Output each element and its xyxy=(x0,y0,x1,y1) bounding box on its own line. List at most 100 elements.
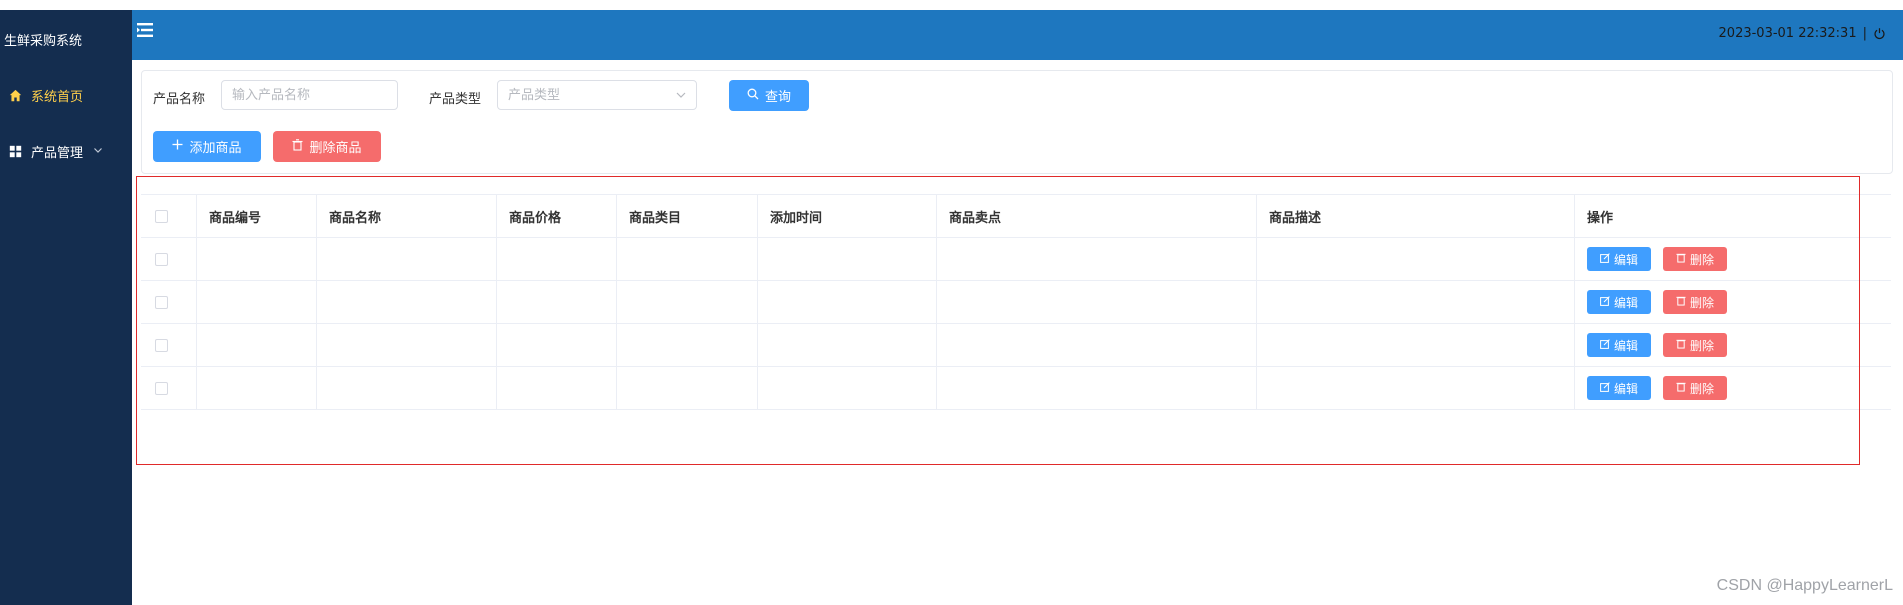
sidebar-item-product-management[interactable]: 产品管理 xyxy=(0,131,132,171)
trash-icon xyxy=(1676,252,1686,266)
top-header: 2023-03-01 22:32:31 | xyxy=(132,10,1903,60)
table-cell xyxy=(758,324,937,366)
column-header: 添加时间 xyxy=(758,195,937,237)
row-actions-cell: 编辑 删除 xyxy=(1575,281,1891,323)
table-cell xyxy=(197,367,317,409)
select-all-checkbox[interactable] xyxy=(155,209,168,223)
product-type-select-input[interactable] xyxy=(497,80,697,110)
delete-products-label: 删除商品 xyxy=(309,141,362,156)
table-cell xyxy=(758,281,937,323)
top-strip xyxy=(0,0,1903,10)
product-type-select[interactable] xyxy=(497,80,697,110)
table-cell xyxy=(497,324,617,366)
column-header: 商品编号 xyxy=(197,195,317,237)
row-actions-cell: 编辑 删除 xyxy=(1575,238,1891,280)
table-cell xyxy=(937,238,1257,280)
table-cell xyxy=(617,281,758,323)
row-checkbox[interactable] xyxy=(155,381,168,395)
grid-icon xyxy=(8,144,22,158)
delete-button[interactable]: 删除 xyxy=(1663,376,1727,400)
row-checkbox[interactable] xyxy=(155,252,168,266)
table-cell xyxy=(197,324,317,366)
sidebar: 生鲜采购系统 系统首页 产品管理 xyxy=(0,10,132,605)
edit-icon xyxy=(1600,295,1610,309)
table-cell xyxy=(317,324,497,366)
delete-button-label: 删除 xyxy=(1689,295,1714,310)
table-cell xyxy=(317,238,497,280)
delete-button-label: 删除 xyxy=(1689,252,1714,267)
product-type-label: 产品类型 xyxy=(429,92,482,107)
table-cell xyxy=(937,367,1257,409)
home-icon xyxy=(8,88,22,102)
table-row: 编辑 删除 xyxy=(141,367,1891,410)
table-cell xyxy=(937,281,1257,323)
table-cell xyxy=(197,238,317,280)
edit-button[interactable]: 编辑 xyxy=(1587,376,1651,400)
menu-toggle-icon[interactable] xyxy=(136,21,154,39)
header-separator: | xyxy=(1862,26,1867,41)
table-cell xyxy=(758,238,937,280)
edit-button-label: 编辑 xyxy=(1613,338,1638,353)
delete-button-label: 删除 xyxy=(1689,381,1714,396)
chevron-down-icon xyxy=(675,89,687,101)
column-header: 商品类目 xyxy=(617,195,758,237)
sidebar-item-home[interactable]: 系统首页 xyxy=(0,75,132,115)
add-product-button[interactable]: 添加商品 xyxy=(153,131,261,162)
table-cell xyxy=(758,367,937,409)
table-row: 编辑 删除 xyxy=(141,238,1891,281)
edit-button[interactable]: 编辑 xyxy=(1587,247,1651,271)
watermark: CSDN @HappyLearnerL xyxy=(1716,577,1893,594)
edit-icon xyxy=(1600,252,1610,266)
query-button-label: 查询 xyxy=(764,90,791,105)
edit-icon xyxy=(1600,338,1610,352)
plus-icon xyxy=(172,139,183,154)
table-header-row: 商品编号 商品名称 商品价格 商品类目 添加时间 商品卖点 商品描述 操作 xyxy=(141,195,1891,238)
header-status: 2023-03-01 22:32:31 | xyxy=(1719,26,1887,41)
row-actions-cell: 编辑 删除 xyxy=(1575,367,1891,409)
column-header: 商品描述 xyxy=(1257,195,1575,237)
trash-icon xyxy=(1676,338,1686,352)
table-cell xyxy=(937,324,1257,366)
delete-button[interactable]: 删除 xyxy=(1663,290,1727,314)
row-checkbox[interactable] xyxy=(155,295,168,309)
add-product-label: 添加商品 xyxy=(189,141,242,156)
delete-button[interactable]: 删除 xyxy=(1663,247,1727,271)
table-cell xyxy=(497,281,617,323)
delete-button-label: 删除 xyxy=(1689,338,1714,353)
column-header: 商品价格 xyxy=(497,195,617,237)
row-select-cell xyxy=(141,281,197,323)
table-cell xyxy=(617,367,758,409)
table-cell xyxy=(1257,238,1575,280)
query-button[interactable]: 查询 xyxy=(729,80,809,111)
sidebar-item-label: 系统首页 xyxy=(31,89,84,105)
column-header: 商品名称 xyxy=(317,195,497,237)
edit-icon xyxy=(1600,381,1610,395)
datetime-display: 2023-03-01 22:32:31 xyxy=(1718,26,1857,41)
table-cell xyxy=(497,238,617,280)
delete-products-button[interactable]: 删除商品 xyxy=(273,131,381,162)
search-panel xyxy=(141,70,1893,174)
select-all-cell xyxy=(141,195,197,237)
delete-button[interactable]: 删除 xyxy=(1663,333,1727,357)
product-name-label: 产品名称 xyxy=(153,92,206,107)
table-cell xyxy=(497,367,617,409)
table-cell xyxy=(317,281,497,323)
edit-button-label: 编辑 xyxy=(1613,381,1638,396)
trash-icon xyxy=(292,138,303,155)
table-cell xyxy=(617,324,758,366)
row-actions-cell: 编辑 删除 xyxy=(1575,324,1891,366)
row-checkbox[interactable] xyxy=(155,338,168,352)
edit-button[interactable]: 编辑 xyxy=(1587,333,1651,357)
product-table: 商品编号 商品名称 商品价格 商品类目 添加时间 商品卖点 商品描述 操作 编辑… xyxy=(141,194,1891,410)
search-icon xyxy=(747,88,759,104)
table-cell xyxy=(197,281,317,323)
row-select-cell xyxy=(141,367,197,409)
table-cell xyxy=(617,238,758,280)
power-icon[interactable] xyxy=(1873,27,1887,41)
product-name-input[interactable] xyxy=(221,80,398,110)
sidebar-item-label: 产品管理 xyxy=(31,145,84,161)
row-select-cell xyxy=(141,324,197,366)
edit-button[interactable]: 编辑 xyxy=(1587,290,1651,314)
edit-button-label: 编辑 xyxy=(1613,295,1638,310)
table-row: 编辑 删除 xyxy=(141,324,1891,367)
